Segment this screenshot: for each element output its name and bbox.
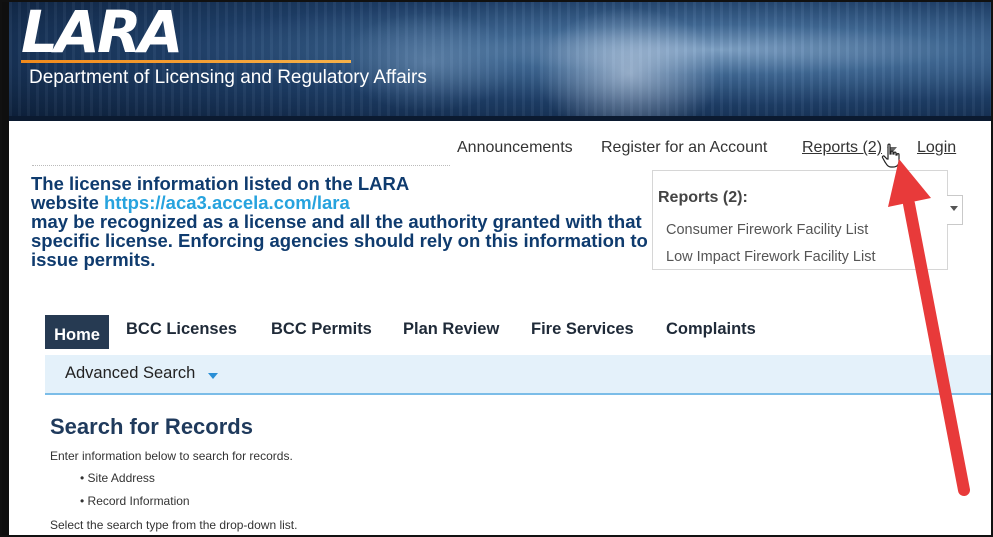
divider	[32, 165, 450, 166]
tab-fire-services[interactable]: Fire Services	[531, 320, 634, 339]
notice-line: The license information listed on the LA…	[31, 173, 410, 194]
active-tab-indicator	[71, 319, 83, 325]
tab-bcc-licenses[interactable]: BCC Licenses	[126, 320, 237, 339]
tab-bcc-permits[interactable]: BCC Permits	[271, 320, 372, 339]
tab-complaints[interactable]: Complaints	[666, 320, 756, 339]
page-title: Search for Records	[50, 414, 253, 439]
search-intro-text: Enter information below to search for re…	[50, 449, 293, 463]
report-item-consumer-firework[interactable]: Consumer Firework Facility List	[666, 222, 868, 238]
list-item: • Record Information	[80, 494, 190, 508]
login-link[interactable]: Login	[917, 139, 956, 157]
department-name: Department of Licensing and Regulatory A…	[29, 67, 427, 88]
sub-navigation: Advanced Search	[45, 355, 991, 395]
tab-plan-review[interactable]: Plan Review	[403, 320, 499, 339]
announcements-link[interactable]: Announcements	[457, 139, 573, 157]
dropdown-toggle[interactable]	[947, 195, 963, 225]
chevron-down-icon[interactable]	[208, 373, 218, 379]
notice-website-label: website	[31, 192, 104, 213]
register-link[interactable]: Register for an Account	[601, 139, 767, 157]
reports-menu-heading: Reports (2):	[658, 189, 748, 206]
search-instructions: Select the search type from the drop-dow…	[50, 518, 298, 532]
site-header: LARA Department of Licensing and Regulat…	[9, 2, 991, 121]
hand-cursor-icon	[881, 143, 900, 168]
page-frame: LARA Department of Licensing and Regulat…	[0, 0, 993, 537]
lara-logo[interactable]: LARA	[21, 3, 183, 61]
advanced-search-menu[interactable]: Advanced Search	[65, 364, 195, 383]
window-edge	[2, 2, 9, 535]
license-notice: The license information listed on the LA…	[31, 174, 651, 269]
reports-dropdown-menu: Reports (2): Consumer Firework Facility …	[652, 170, 948, 270]
report-item-low-impact-firework[interactable]: Low Impact Firework Facility List	[666, 249, 876, 265]
reports-link[interactable]: Reports (2)	[802, 139, 882, 157]
logo-underline	[21, 60, 351, 63]
list-item: • Site Address	[80, 471, 155, 485]
notice-body: may be recognized as a license and all t…	[31, 211, 648, 270]
lara-url-link[interactable]: https://aca3.accela.com/lara	[104, 192, 350, 213]
